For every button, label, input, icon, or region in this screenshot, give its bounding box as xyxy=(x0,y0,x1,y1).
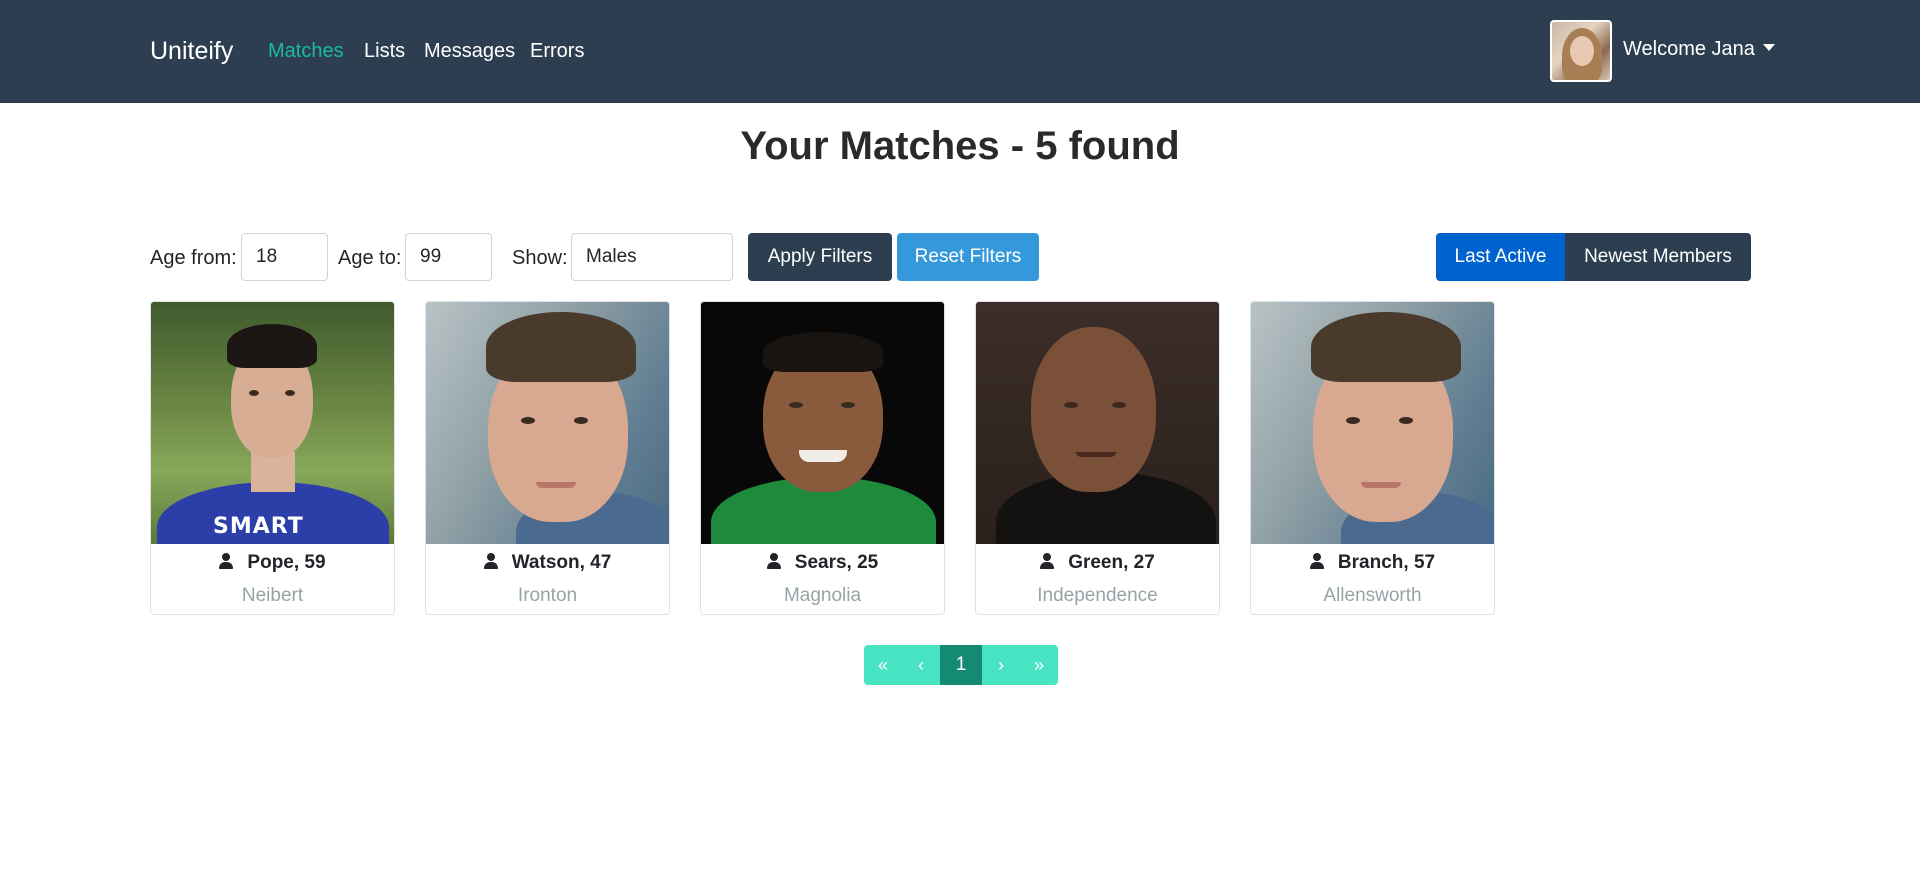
member-photo[interactable]: SMART xyxy=(151,302,394,544)
age-to-label: Age to: xyxy=(338,247,402,269)
nav-link-matches[interactable]: Matches xyxy=(268,40,344,63)
page-title: Your Matches - 5 found xyxy=(740,124,1180,168)
member-photo[interactable] xyxy=(701,302,944,544)
age-to-input[interactable]: 99 xyxy=(405,233,492,281)
member-photo[interactable] xyxy=(1251,302,1494,544)
pagination-last[interactable]: » xyxy=(1020,645,1058,685)
apply-filters-button[interactable]: Apply Filters xyxy=(748,233,892,281)
reset-filters-button[interactable]: Reset Filters xyxy=(897,233,1039,281)
member-city: Ironton xyxy=(517,585,578,606)
welcome-text: Welcome Jana xyxy=(1623,38,1755,60)
user-icon xyxy=(1040,552,1055,569)
age-from-label: Age from: xyxy=(150,247,237,269)
pagination-first[interactable]: « xyxy=(864,645,902,685)
member-name: Pope, 59 xyxy=(247,552,326,573)
member-city: Magnolia xyxy=(783,585,862,606)
navbar: Uniteify Matches Lists Messages Errors W… xyxy=(0,0,1920,103)
show-label: Show: xyxy=(512,247,568,269)
user-icon xyxy=(483,552,498,569)
member-card[interactable]: Branch, 57 Allensworth xyxy=(1250,301,1495,615)
member-card[interactable]: Sears, 25 Magnolia xyxy=(700,301,945,615)
member-photo[interactable] xyxy=(976,302,1219,544)
member-city: Allensworth xyxy=(1323,585,1422,606)
user-icon xyxy=(1309,552,1324,569)
gender-select[interactable]: Males xyxy=(571,233,733,281)
caret-down-icon xyxy=(1762,44,1775,52)
pagination: « ‹ 1 › » xyxy=(864,645,1058,685)
member-card[interactable]: Green, 27 Independence xyxy=(975,301,1220,615)
nav-link-messages[interactable]: Messages xyxy=(424,40,515,63)
pagination-next[interactable]: › xyxy=(982,645,1020,685)
member-name: Sears, 25 xyxy=(794,552,879,573)
shirt-print: SMART xyxy=(213,514,304,539)
sort-last-active-button[interactable]: Last Active xyxy=(1436,233,1565,281)
age-from-input[interactable]: 18 xyxy=(241,233,328,281)
member-photo[interactable] xyxy=(426,302,669,544)
user-icon xyxy=(219,552,234,569)
nav-link-lists[interactable]: Lists xyxy=(364,40,405,63)
brand-logo[interactable]: Uniteify xyxy=(150,37,233,66)
member-city: Independence xyxy=(1037,585,1158,606)
member-card[interactable]: SMART Pope, 59 Neibert xyxy=(150,301,395,615)
member-card[interactable]: Watson, 47 Ironton xyxy=(425,301,670,615)
member-name: Branch, 57 xyxy=(1337,552,1436,573)
sort-button-group: Last Active Newest Members xyxy=(1436,233,1751,281)
user-menu-toggle[interactable]: Welcome Jana xyxy=(1623,38,1775,61)
member-name: Green, 27 xyxy=(1068,552,1155,573)
sort-newest-members-button[interactable]: Newest Members xyxy=(1565,233,1751,281)
member-city: Neibert xyxy=(241,585,304,606)
user-icon xyxy=(766,552,781,569)
pagination-prev[interactable]: ‹ xyxy=(902,645,940,685)
member-name: Watson, 47 xyxy=(511,552,612,573)
avatar[interactable] xyxy=(1550,20,1612,82)
pagination-page-1[interactable]: 1 xyxy=(940,645,982,685)
nav-link-errors[interactable]: Errors xyxy=(530,40,584,63)
